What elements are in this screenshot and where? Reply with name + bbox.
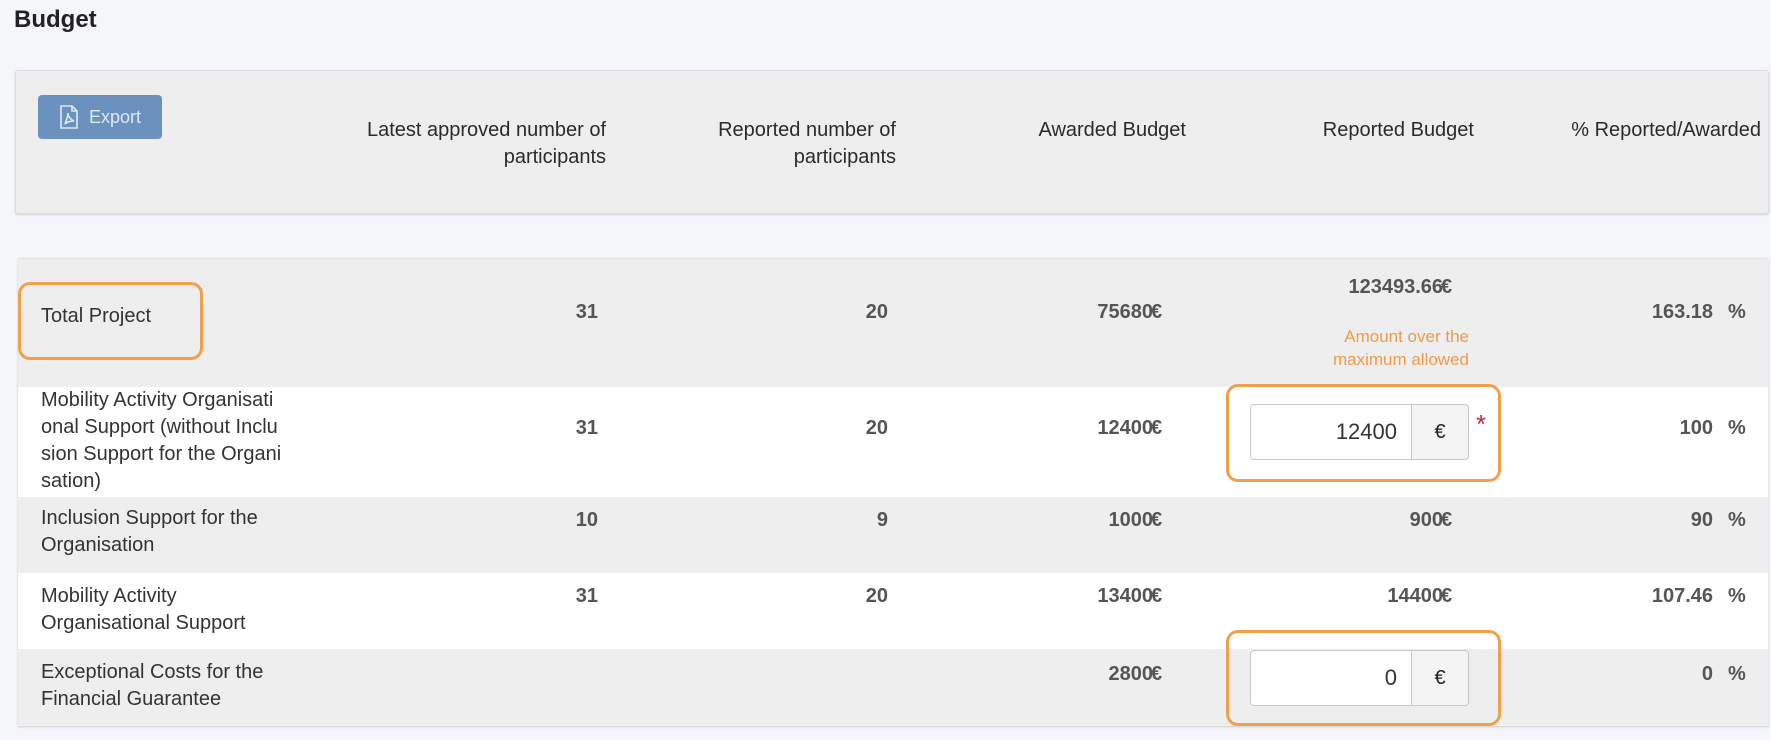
column-header-text: Latest approved number of <box>366 119 606 141</box>
pdf-file-icon <box>60 105 78 129</box>
table-row: Inclusion Support for the Organisation 1… <box>18 497 1768 573</box>
column-header-text: participants <box>793 146 896 168</box>
reported-participants: 20 <box>865 301 888 323</box>
table-row: Exceptional Costs for the Financial Guar… <box>18 649 1768 725</box>
currency-symbol: € <box>1151 585 1163 607</box>
table-row: Mobility Activity Organisational Support… <box>18 573 1768 649</box>
currency-symbol: € <box>1151 509 1163 531</box>
row-label-line: Mobility Activity <box>41 585 177 607</box>
column-header-text: Reported Budget <box>1322 119 1474 141</box>
budget-table: Total Project 31 20 75680 € 123493.66 € … <box>18 258 1768 726</box>
column-header-reported-participants[interactable]: Reported number of participants <box>576 117 896 171</box>
approved-participants: 31 <box>575 585 598 607</box>
percent-reported-awarded: 100 <box>1679 417 1713 439</box>
reported-participants: 20 <box>865 417 888 439</box>
percent-symbol: % <box>1728 301 1746 323</box>
percent-symbol: % <box>1728 585 1746 607</box>
row-label-line: sion Support for the Organi <box>41 443 282 465</box>
reported-budget: 14400 <box>1387 585 1443 607</box>
row-label: Mobility Activity Organisati onal Suppor… <box>41 387 281 495</box>
currency-symbol: € <box>1151 663 1163 685</box>
warning-text: maximum allowed <box>1332 350 1469 369</box>
reported-budget-input-group: € <box>1250 650 1469 706</box>
reported-budget-input[interactable] <box>1250 404 1412 460</box>
column-header-text: participants <box>503 146 606 168</box>
currency-symbol: € <box>1441 509 1453 531</box>
table-row-total-project: Total Project 31 20 75680 € 123493.66 € … <box>18 259 1768 387</box>
awarded-budget: 75680 <box>1097 301 1153 323</box>
percent-reported-awarded: 0 <box>1701 663 1713 685</box>
currency-addon: € <box>1412 650 1469 706</box>
approved-participants: 31 <box>575 301 598 323</box>
row-label: Inclusion Support for the Organisation <box>41 505 258 559</box>
approved-participants: 31 <box>575 417 598 439</box>
row-label-line: onal Support (without Inclu <box>41 416 278 438</box>
row-label-line: Financial Guarantee <box>41 688 222 710</box>
warning-text: Amount over the <box>1344 327 1469 346</box>
percent-reported-awarded: 107.46 <box>1651 585 1713 607</box>
row-label-line: Organisational Support <box>41 612 246 634</box>
currency-symbol: € <box>1151 417 1163 439</box>
percent-symbol: % <box>1728 509 1746 531</box>
row-label: Mobility Activity Organisational Support <box>41 583 246 637</box>
awarded-budget: 13400 <box>1097 585 1153 607</box>
currency-symbol: € <box>1441 585 1453 607</box>
over-maximum-warning: Amount over the maximum allowed <box>1333 325 1469 371</box>
table-row: Mobility Activity Organisati onal Suppor… <box>18 387 1768 497</box>
row-label-line: Inclusion Support for the <box>41 507 258 529</box>
row-label-line: sation) <box>41 470 102 492</box>
export-button[interactable]: Export <box>38 95 162 139</box>
currency-symbol: € <box>1441 276 1453 298</box>
row-label: Exceptional Costs for the Financial Guar… <box>41 659 263 713</box>
reported-budget: 900 <box>1409 509 1443 531</box>
row-label-line: Organisation <box>41 534 155 556</box>
export-label: Export <box>88 106 142 127</box>
column-header-percent[interactable]: % Reported/Awarded <box>1486 117 1761 144</box>
awarded-budget: 1000 <box>1108 509 1154 531</box>
awarded-budget: 2800 <box>1108 663 1154 685</box>
table-header: Export Latest approved number of partici… <box>15 70 1769 214</box>
column-header-text: % Reported/Awarded <box>1571 119 1761 141</box>
reported-budget-input[interactable] <box>1250 650 1412 706</box>
currency-symbol: € <box>1151 301 1163 323</box>
column-header-reported-budget[interactable]: Reported Budget <box>1206 117 1474 144</box>
reported-budget-input-group: € <box>1250 404 1469 460</box>
approved-participants: 10 <box>575 509 598 531</box>
required-marker: * <box>1476 409 1487 439</box>
column-header-awarded-budget[interactable]: Awarded Budget <box>916 117 1186 144</box>
reported-participants: 20 <box>865 585 888 607</box>
page-title: Budget <box>14 6 97 33</box>
reported-participants: 9 <box>876 509 888 531</box>
reported-budget: 123493.66 <box>1348 276 1443 298</box>
percent-reported-awarded: 90 <box>1690 509 1713 531</box>
percent-symbol: % <box>1728 663 1746 685</box>
percent-symbol: % <box>1728 417 1746 439</box>
row-label-line: Exceptional Costs for the <box>41 661 264 683</box>
row-label: Total Project <box>41 305 152 327</box>
column-header-text: Awarded Budget <box>1038 119 1186 141</box>
awarded-budget: 12400 <box>1097 417 1153 439</box>
column-header-approved-participants[interactable]: Latest approved number of participants <box>266 117 606 171</box>
percent-reported-awarded: 163.18 <box>1651 301 1713 323</box>
column-header-text: Reported number of <box>718 119 896 141</box>
row-label-line: Mobility Activity Organisati <box>41 389 274 411</box>
currency-addon: € <box>1412 404 1469 460</box>
